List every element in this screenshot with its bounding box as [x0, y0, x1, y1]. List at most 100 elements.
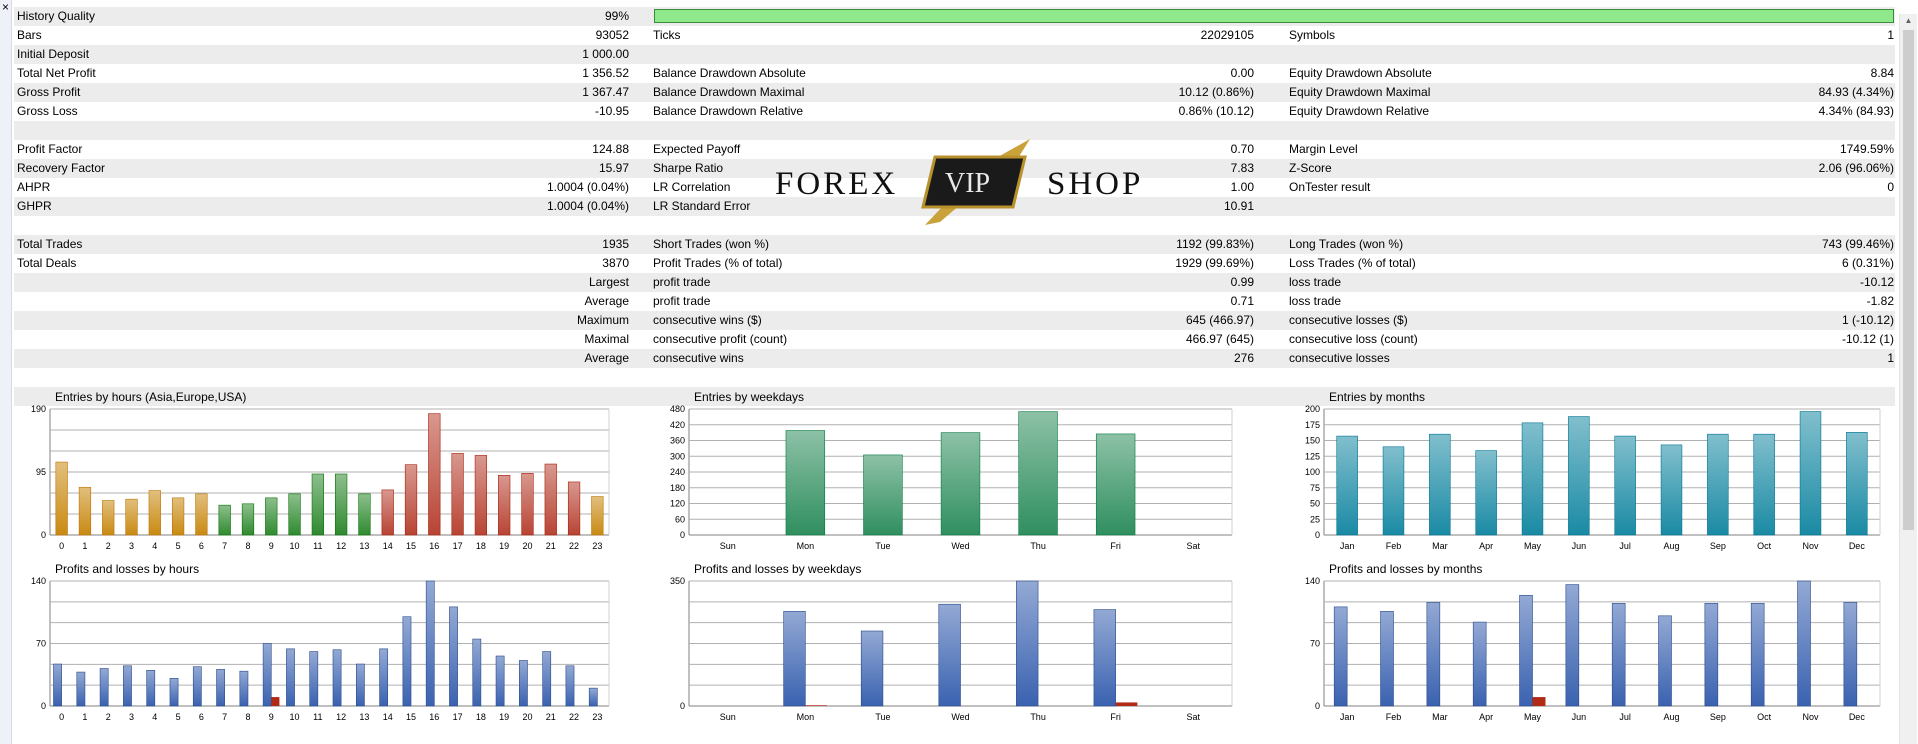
table-cell: Equity Drawdown Absolute [1289, 66, 1432, 80]
table-cell: Equity Drawdown Relative [1289, 104, 1430, 118]
y-tick-label: 360 [670, 436, 685, 446]
x-tick-label: 23 [592, 541, 602, 551]
table-cell: Profit Trades (% of total) [653, 256, 783, 270]
x-tick-label: 7 [222, 541, 227, 551]
table-row: Total Net Profit 1 356.52 Balance Drawdown… [14, 64, 1895, 83]
table-cell: 466.97 (645) [1185, 332, 1254, 346]
x-tick-label: Aug [1663, 541, 1679, 551]
scroll-up-arrow-icon[interactable]: ▲ [1900, 14, 1917, 28]
y-tick-label: 0 [1315, 530, 1320, 540]
x-tick-label: 11 [313, 712, 322, 722]
bar [1846, 432, 1868, 536]
table-cell: Equity Drawdown Maximal [1289, 85, 1431, 99]
table-cell: 8.84 [1870, 66, 1894, 80]
table-cell: consecutive wins [653, 351, 744, 365]
profit-bar [860, 630, 884, 707]
x-tick-label: Jul [1619, 712, 1631, 722]
table-cell: Short Trades (won %) [653, 237, 770, 251]
profit-bar [1333, 606, 1348, 707]
table-row: Total Deals 3870 Profit Trades (% of total… [14, 254, 1895, 273]
y-tick-label: 0 [680, 701, 685, 711]
table-cell: 0 [1887, 180, 1894, 194]
y-tick-label: 100 [1305, 467, 1320, 477]
bar [218, 504, 231, 536]
table-cell: Sharpe Ratio [653, 161, 724, 175]
close-icon[interactable]: × [0, 1, 11, 13]
x-tick-label: Sun [720, 712, 736, 722]
profit-bar [1016, 580, 1039, 707]
table-cell: Balance Drawdown Maximal [653, 85, 805, 99]
x-tick-label: 19 [499, 712, 509, 722]
bar [863, 454, 903, 536]
x-tick-label: 18 [476, 712, 486, 722]
table-cell: consecutive wins ($) [653, 313, 762, 327]
table-cell: 6 (0.31%) [1841, 256, 1894, 270]
table-cell: Symbols [1289, 28, 1336, 42]
x-tick-label: 6 [199, 712, 204, 722]
chart-title: Profits and losses by months [1329, 562, 1482, 576]
bar [567, 481, 581, 536]
bar [1614, 435, 1636, 536]
x-tick-label: 18 [476, 541, 486, 551]
table-cell: 1 [1887, 351, 1894, 365]
bar [1799, 411, 1822, 536]
x-tick-label: 6 [199, 541, 204, 551]
table-cell: Expected Payoff [653, 142, 741, 156]
table-cell: Loss Trades (% of total) [1289, 256, 1416, 270]
table-row: Largest profit trade 0.99 loss trade -10.12 [14, 273, 1895, 292]
y-tick-label: 70 [1310, 639, 1320, 649]
table-cell: Gross Loss [17, 104, 78, 118]
table-cell: LR Correlation [653, 180, 731, 194]
profit-bar [99, 668, 109, 707]
x-tick-label: 16 [429, 712, 439, 722]
table-row: Gross Profit 1 367.47 Balance Drawdown Max… [14, 83, 1895, 102]
profit-bar [519, 660, 528, 707]
table-row: Maximum consecutive wins ($) 645 (466.97) c… [14, 311, 1895, 330]
bar [1660, 444, 1683, 536]
x-tick-label: 15 [406, 541, 416, 551]
table-cell: consecutive loss (count) [1289, 332, 1418, 346]
profit-bar [1093, 609, 1116, 707]
profit-bar [216, 669, 225, 707]
profit-bar [379, 648, 389, 707]
history-quality-bar [654, 9, 1894, 23]
x-tick-label: 3 [129, 541, 134, 551]
x-tick-label: 10 [290, 712, 300, 722]
bar [195, 493, 208, 536]
table-row: Bars 93052 Ticks 22029105 Symbols 1 [14, 26, 1895, 45]
table-cell: 3870 [602, 256, 629, 270]
chart-title: Profits and losses by weekdays [694, 562, 861, 576]
bar [544, 463, 557, 536]
table-cell: 1 [1887, 28, 1894, 42]
table-cell: Profit Factor [17, 142, 83, 156]
x-tick-label: 2 [106, 541, 111, 551]
x-tick-label: 10 [290, 541, 300, 551]
x-tick-label: Jul [1619, 541, 1631, 551]
table-cell: LR Standard Error [653, 199, 751, 213]
bar [404, 464, 418, 536]
bar [1568, 416, 1590, 536]
x-tick-label: Jun [1572, 712, 1587, 722]
bar [474, 455, 488, 536]
table-row: History Quality 99% [14, 7, 1895, 26]
bar [125, 498, 138, 536]
table-cell: -10.95 [594, 104, 629, 118]
scroll-thumb[interactable] [1903, 30, 1914, 530]
x-tick-label: Tue [875, 712, 890, 722]
table-cell: loss trade [1289, 294, 1342, 308]
x-tick-label: Wed [951, 712, 969, 722]
table-row: Maximal consecutive profit (count) 466.97 … [14, 330, 1895, 349]
y-tick-label: 50 [1310, 499, 1320, 509]
bar [591, 496, 604, 536]
x-tick-label: Nov [1802, 712, 1819, 722]
table-cell: profit trade [653, 294, 711, 308]
x-tick-label: Mon [797, 712, 815, 722]
x-tick-label: Tue [875, 541, 890, 551]
profit-bar [1658, 615, 1672, 707]
table-cell: consecutive profit (count) [653, 332, 788, 346]
x-tick-label: 16 [429, 541, 439, 551]
x-tick-label: Oct [1757, 541, 1772, 551]
table-cell: 1 356.52 [582, 66, 629, 80]
vertical-scrollbar[interactable]: ▲ [1899, 14, 1917, 744]
table-cell: Maximum [576, 313, 629, 327]
